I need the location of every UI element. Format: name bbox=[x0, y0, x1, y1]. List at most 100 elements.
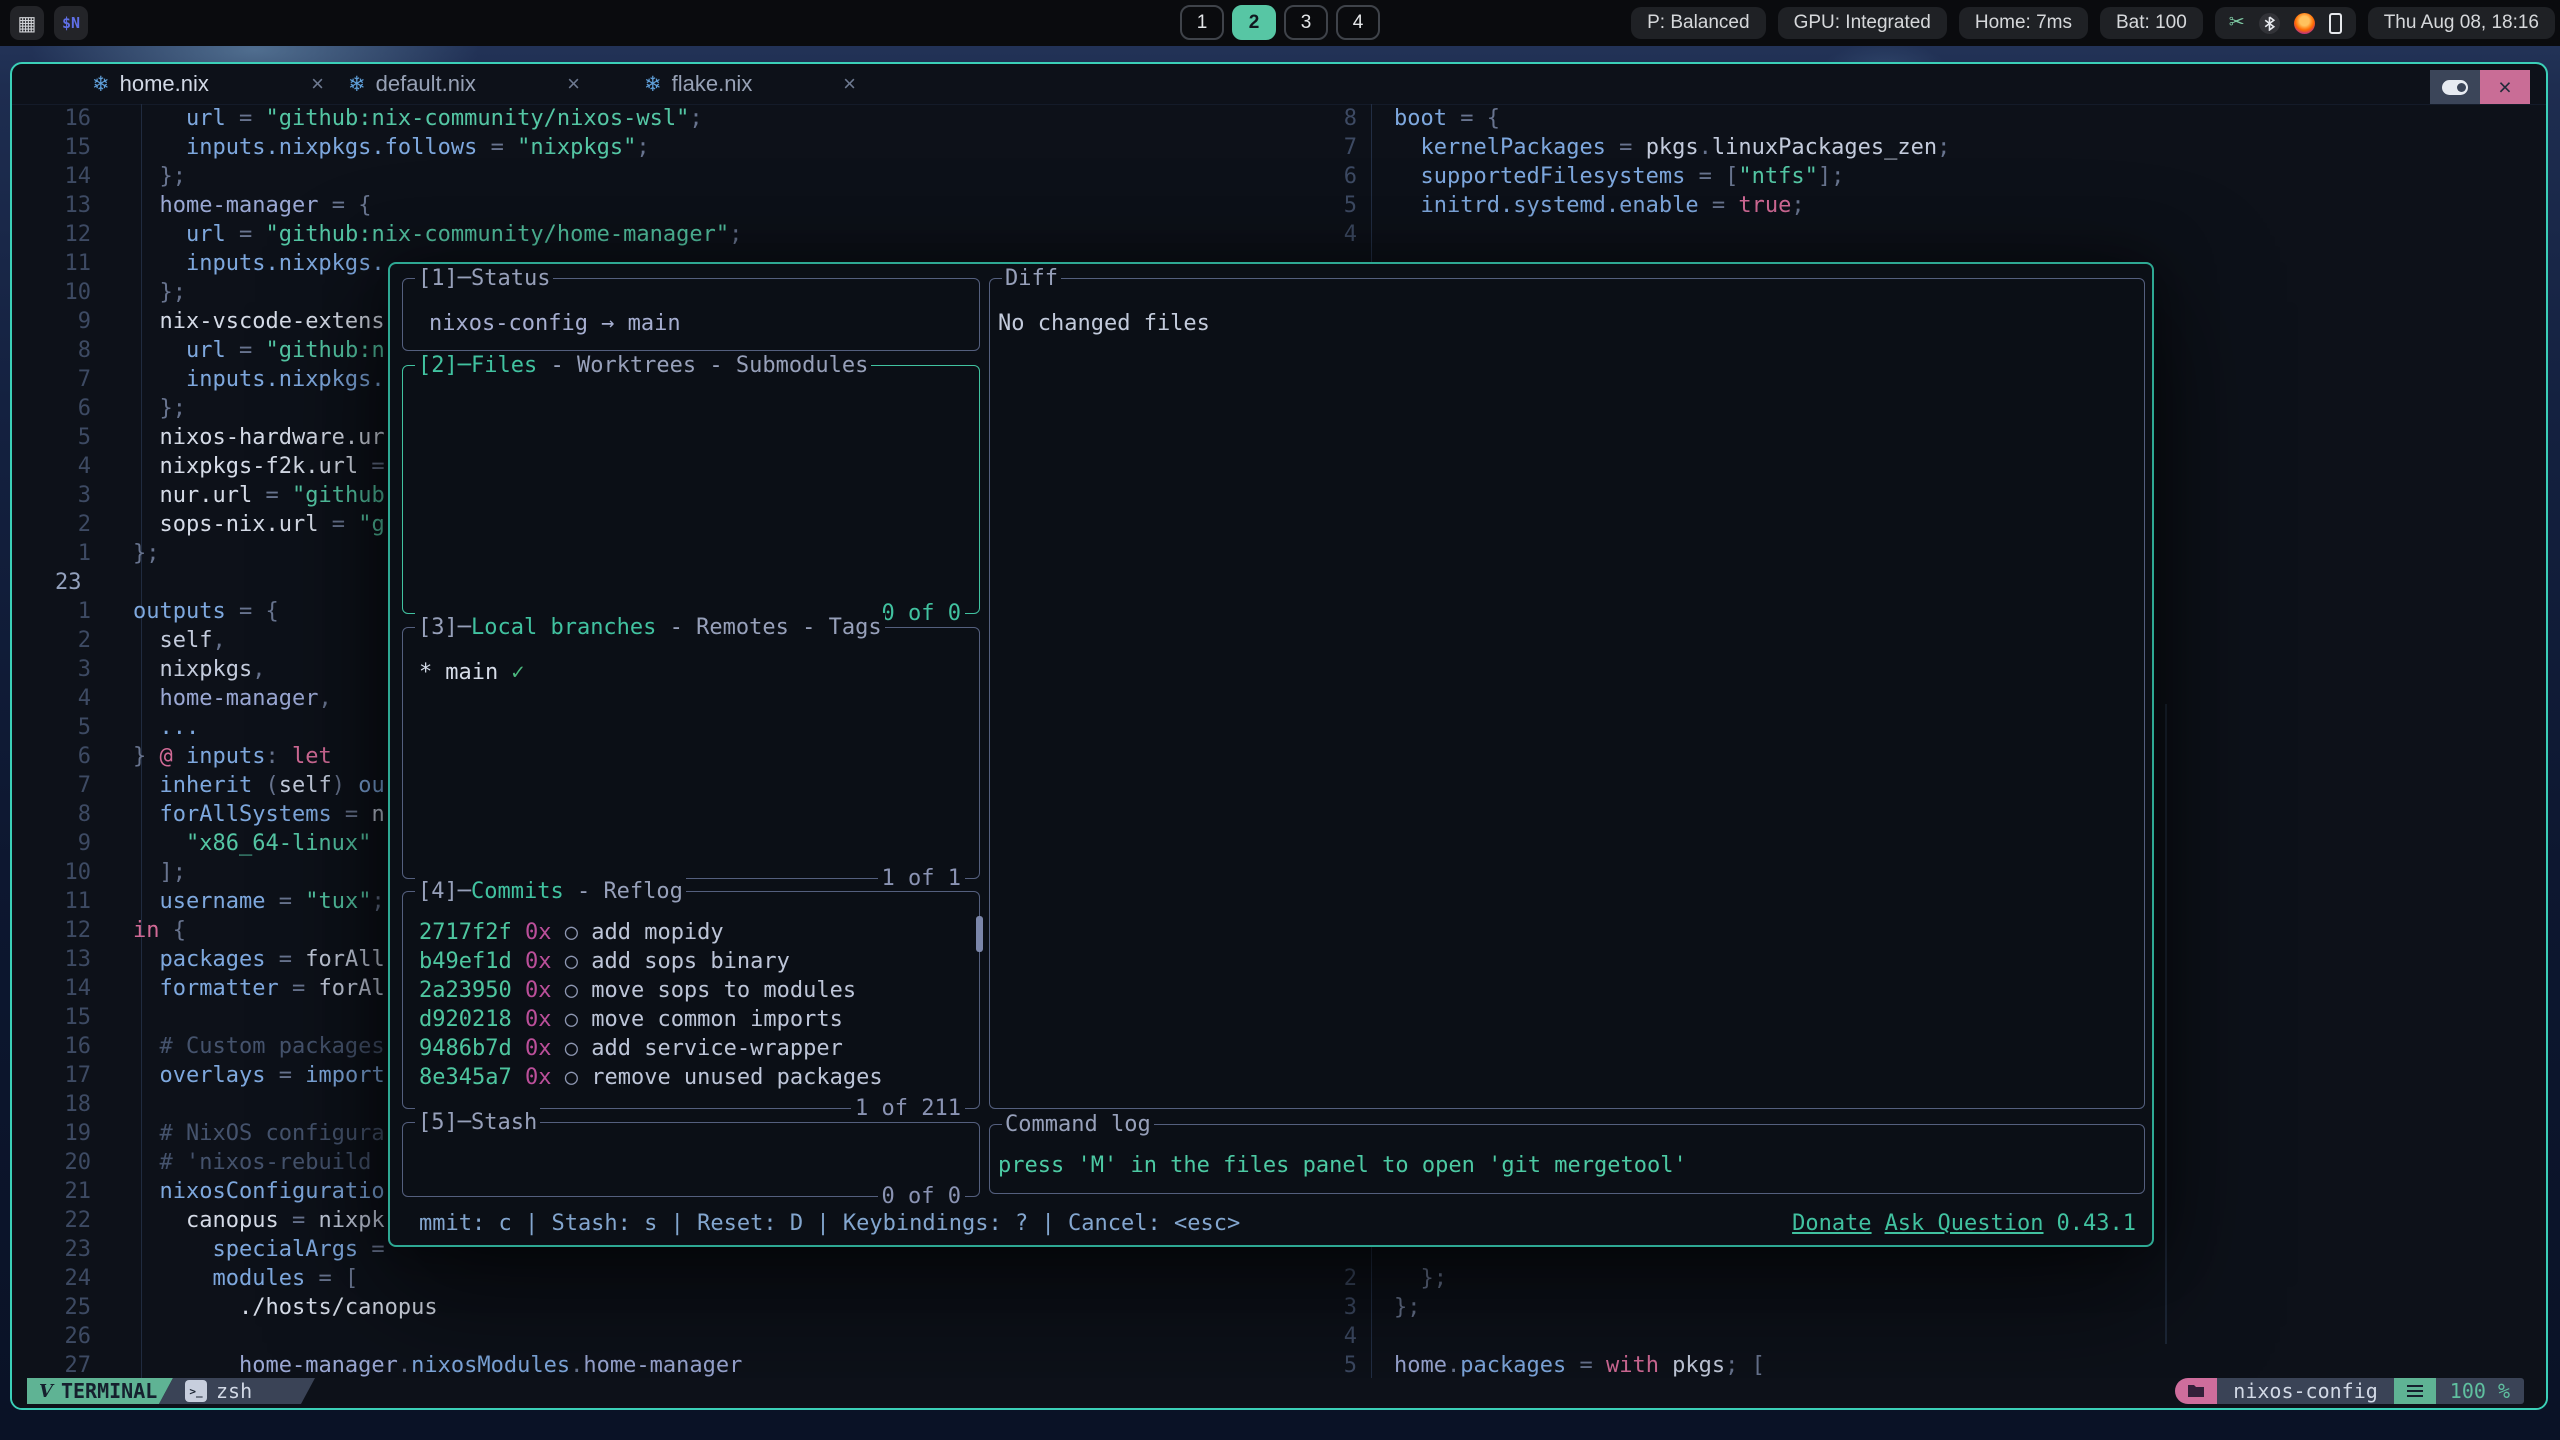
line-number: 25 bbox=[55, 1293, 91, 1322]
line-number: 8 bbox=[1332, 104, 1357, 133]
line-number: 15 bbox=[55, 133, 91, 162]
panel-count: 0 of 0 bbox=[878, 1182, 965, 1211]
commit-row[interactable]: 2717f2f 0x ○ add mopidy bbox=[419, 918, 969, 947]
commit-row[interactable]: 9486b7d 0x ○ add service-wrapper bbox=[419, 1034, 969, 1063]
panel-title-rest[interactable]: - Reflog bbox=[564, 879, 683, 904]
code-line: 12 url = "github:nix-community/home-mana… bbox=[55, 220, 1335, 249]
panel-selected-tab[interactable]: Local branches bbox=[471, 615, 656, 640]
repo-name: nixos-config bbox=[2217, 1378, 2394, 1404]
branch-synced-check-icon: ✓ bbox=[511, 658, 524, 687]
lazygit-status-panel[interactable]: [1]─Status nixos-config → main bbox=[402, 278, 980, 351]
neovim-badge-button[interactable]: $N bbox=[54, 6, 88, 40]
status-branch-line: nixos-config → main bbox=[429, 309, 681, 338]
scissors-icon[interactable]: ✂ bbox=[2229, 7, 2245, 39]
phone-icon[interactable] bbox=[2329, 13, 2342, 34]
lazygit-files-panel[interactable]: [2]─Files - Worktrees - Submodules 0 of … bbox=[402, 365, 980, 614]
line-number: 23 bbox=[55, 568, 91, 597]
line-number: 23 bbox=[55, 1235, 91, 1264]
line-number: 17 bbox=[55, 1061, 91, 1090]
statusline-right: nixos-config 100 % bbox=[2175, 1378, 2524, 1404]
line-number: 14 bbox=[55, 974, 91, 1003]
statusline-left: V TERMINAL >_ zsh bbox=[27, 1378, 315, 1404]
terminal-prompt-icon: >_ bbox=[185, 1380, 207, 1402]
panel-count: 1 of 211 bbox=[851, 1094, 965, 1123]
donate-link[interactable]: Donate bbox=[1792, 1209, 1871, 1238]
line-number: 9 bbox=[55, 307, 91, 336]
keybindings-bar: mmit: c | Stash: s | Reset: D | Keybindi… bbox=[419, 1209, 1240, 1238]
tab-close-icon[interactable]: × bbox=[307, 71, 328, 97]
system-tray: ✂ bbox=[2215, 7, 2356, 39]
line-number: 20 bbox=[55, 1148, 91, 1177]
panel-count: 0 of 0 bbox=[878, 599, 965, 628]
branch-row[interactable]: *main✓ bbox=[419, 658, 524, 687]
bluetooth-icon[interactable] bbox=[2259, 13, 2280, 34]
tab-flake-nix[interactable]: ❄ flake.nix × bbox=[644, 64, 860, 104]
lazygit-stash-panel[interactable]: [5]─Stash 0 of 0 bbox=[402, 1122, 980, 1197]
line-number: 24 bbox=[55, 1264, 91, 1293]
line-number: 2 bbox=[55, 510, 91, 539]
tab-close-icon[interactable]: × bbox=[563, 71, 584, 97]
line-number: 8 bbox=[55, 336, 91, 365]
code-line: 25 ./hosts/canopus bbox=[55, 1293, 1335, 1322]
editor-pane-right-bottom[interactable]: 2 };3};45home.packages = with pkgs; [ bbox=[1332, 1264, 2512, 1380]
command-log-hint: press 'M' in the files panel to open 'gi… bbox=[998, 1151, 1687, 1180]
mode-label: TERMINAL bbox=[61, 1379, 157, 1403]
statusline: V TERMINAL >_ zsh nixos-config 100 % bbox=[12, 1378, 2546, 1408]
code-line: 2 }; bbox=[1332, 1264, 2512, 1293]
code-line: 16 url = "github:nix-community/nixos-wsl… bbox=[55, 104, 1335, 133]
workspace-switcher: 1 2 3 4 bbox=[1180, 5, 1380, 40]
panel-title-rest[interactable]: - Remotes - Tags bbox=[656, 615, 881, 640]
line-number: 5 bbox=[1332, 1351, 1357, 1380]
panel-title: [4]─Commits - Reflog bbox=[415, 877, 686, 906]
folder-badge bbox=[2175, 1378, 2217, 1404]
tab-home-nix[interactable]: ❄ home.nix × bbox=[92, 64, 328, 104]
code-line: 27 home-manager.nixosModules.home-manage… bbox=[55, 1351, 1335, 1380]
pin-toggle-button[interactable] bbox=[2430, 70, 2480, 104]
tab-label: home.nix bbox=[120, 71, 209, 97]
shell-segment: >_ zsh bbox=[159, 1378, 315, 1404]
tab-default-nix[interactable]: ❄ default.nix × bbox=[348, 64, 584, 104]
power-profile-pill: P: Balanced bbox=[1631, 7, 1765, 39]
lazygit-commits-panel[interactable]: [4]─Commits - Reflog 2717f2f 0x ○ add mo… bbox=[402, 891, 980, 1109]
app-launcher-button[interactable]: ▦ bbox=[10, 6, 44, 40]
line-number: 8 bbox=[55, 800, 91, 829]
lazygit-command-log-panel[interactable]: Command log press 'M' in the files panel… bbox=[989, 1124, 2145, 1194]
lazygit-branches-panel[interactable]: [3]─Local branches - Remotes - Tags *mai… bbox=[402, 627, 980, 879]
commit-row[interactable]: 2a23950 0x ○ move sops to modules bbox=[419, 976, 969, 1005]
gpu-pill: GPU: Integrated bbox=[1778, 7, 1947, 39]
version-label: 0.43.1 bbox=[2057, 1209, 2136, 1238]
terminal-window: ❄ home.nix × ❄ default.nix × ❄ flake.nix… bbox=[10, 62, 2548, 1410]
line-number: 14 bbox=[55, 162, 91, 191]
ask-question-link[interactable]: Ask Question bbox=[1885, 1209, 2044, 1238]
panel-title-rest[interactable]: - Worktrees - Submodules bbox=[537, 353, 868, 378]
commits-scrollbar-thumb[interactable] bbox=[976, 916, 983, 952]
scroll-column bbox=[2165, 704, 2167, 1344]
panel-selected-tab[interactable]: Files bbox=[471, 353, 537, 378]
line-number: 11 bbox=[55, 887, 91, 916]
commit-row[interactable]: 8e345a7 0x ○ remove unused packages bbox=[419, 1063, 969, 1092]
line-number: 6 bbox=[55, 742, 91, 771]
workspace-button-2-active[interactable]: 2 bbox=[1232, 5, 1276, 40]
line-number: 3 bbox=[55, 655, 91, 684]
editor-pane-right[interactable]: 8boot = {7 kernelPackages = pkgs.linuxPa… bbox=[1332, 104, 2512, 249]
lazygit-diff-panel[interactable]: Diff No changed files bbox=[989, 278, 2145, 1109]
panel-title: Command log bbox=[1002, 1110, 1154, 1139]
window-close-button[interactable]: × bbox=[2480, 70, 2530, 104]
tab-close-icon[interactable]: × bbox=[839, 71, 860, 97]
line-number: 13 bbox=[55, 945, 91, 974]
panel-title-rest: Diff bbox=[1005, 266, 1058, 291]
lazygit-links: Donate Ask Question 0.43.1 bbox=[1792, 1209, 2136, 1238]
flame-icon[interactable] bbox=[2294, 13, 2315, 34]
workspace-button-3[interactable]: 3 bbox=[1284, 5, 1328, 40]
mode-badge: V TERMINAL bbox=[27, 1378, 173, 1404]
app-grid-icon: ▦ bbox=[18, 11, 37, 36]
workspace-button-1[interactable]: 1 bbox=[1180, 5, 1224, 40]
commit-row[interactable]: b49ef1d 0x ○ add sops binary bbox=[419, 947, 969, 976]
scroll-percent: 100 % bbox=[2436, 1378, 2524, 1404]
panel-selected-tab[interactable]: Commits bbox=[471, 879, 564, 904]
panel-title: [5]─Stash bbox=[415, 1108, 540, 1137]
code-line: 7 kernelPackages = pkgs.linuxPackages_ze… bbox=[1332, 133, 2512, 162]
workspace-button-4[interactable]: 4 bbox=[1336, 5, 1380, 40]
line-number: 10 bbox=[55, 278, 91, 307]
commit-row[interactable]: d920218 0x ○ move common imports bbox=[419, 1005, 969, 1034]
